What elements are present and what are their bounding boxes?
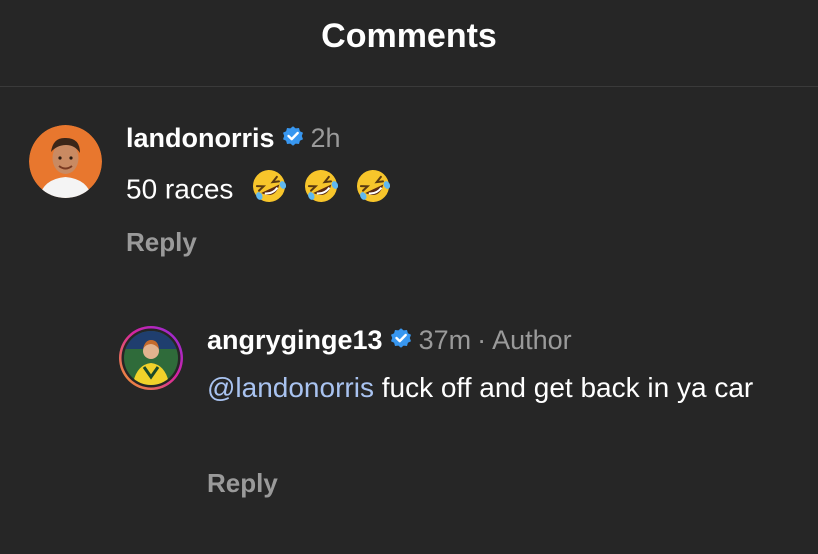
verified-badge-icon: [281, 124, 305, 153]
comment-text-content: 50 races: [126, 173, 234, 205]
avatar[interactable]: [118, 325, 184, 391]
comment-text-content: fuck off and get back in ya car: [373, 372, 754, 403]
avatar-image: [119, 326, 183, 390]
username[interactable]: angryginge13: [207, 325, 383, 356]
reply-button[interactable]: Reply: [207, 468, 278, 499]
rolling-on-floor-laughing-icon: [301, 167, 341, 215]
rolling-on-floor-laughing-icon: [249, 167, 289, 215]
comments-header: Comments: [0, 0, 818, 87]
username[interactable]: landonorris: [126, 123, 275, 154]
avatar-image: [29, 125, 102, 198]
header-title: Comments: [321, 17, 497, 55]
comment-time: 2h: [310, 123, 341, 153]
comment-text: 50 races: [126, 167, 746, 215]
comment-text: @landonorris fuck off and get back in ya…: [207, 369, 787, 407]
comment-header: landonorris 2h: [126, 123, 341, 154]
avatar[interactable]: [29, 125, 102, 198]
emoji-group: [245, 170, 393, 204]
comment-header: angryginge13 37m · Author: [207, 325, 572, 356]
comment-time: 37m: [418, 325, 472, 355]
rolling-on-floor-laughing-icon: [353, 167, 393, 215]
reply-button[interactable]: Reply: [126, 227, 197, 258]
mention-link[interactable]: @landonorris: [207, 372, 374, 403]
author-tag: · Author: [477, 325, 572, 355]
verified-badge-icon: [389, 326, 413, 355]
